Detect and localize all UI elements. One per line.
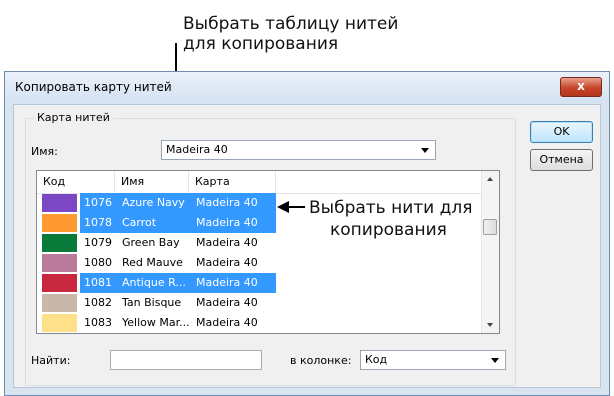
cell-chart: Madeira 40 xyxy=(196,236,258,249)
thread-chart-dropdown[interactable]: Madeira 40 xyxy=(161,140,436,160)
cell-name: Antique R... xyxy=(122,276,186,289)
cell-name: Red Mauve xyxy=(122,256,183,269)
list-row[interactable]: 1081 Antique R... Madeira 40 xyxy=(37,273,483,293)
callout-choose-threads-line2: копирования xyxy=(330,219,447,241)
cell-chart: Madeira 40 xyxy=(196,296,258,309)
arrow-head-left-icon xyxy=(277,201,289,213)
color-swatch xyxy=(42,314,77,332)
scroll-thumb[interactable] xyxy=(483,219,497,235)
cell-code: 1083 xyxy=(84,316,112,329)
color-swatch xyxy=(42,214,77,232)
color-swatch xyxy=(42,274,77,292)
list-header: Код Имя Карта xyxy=(37,171,483,194)
chevron-down-icon xyxy=(421,148,429,153)
callout-choose-chart-line1: Выбрать таблицу нитей xyxy=(183,14,399,34)
cell-name: Azure Navy xyxy=(122,196,185,209)
close-button[interactable]: x xyxy=(560,77,602,97)
cancel-button[interactable]: Отмена xyxy=(530,149,593,171)
cell-chart: Madeira 40 xyxy=(196,316,258,329)
thread-list[interactable]: Код Имя Карта 1076 Azure Navy Madeira 40 10… xyxy=(36,170,500,334)
list-row[interactable]: 1083 Yellow Mar... Madeira 40 xyxy=(37,313,483,333)
title-bar: Копировать карту нитей x xyxy=(5,72,609,102)
ok-button[interactable]: OK xyxy=(530,121,593,143)
callout-choose-threads-line1: Выбрать нити для xyxy=(309,197,473,219)
column-value: Код xyxy=(365,353,388,366)
list-row[interactable]: 1080 Red Mauve Madeira 40 xyxy=(37,253,483,273)
cell-code: 1081 xyxy=(84,276,112,289)
dialog-title: Копировать карту нитей xyxy=(15,80,172,94)
cell-chart: Madeira 40 xyxy=(196,256,258,269)
find-input[interactable] xyxy=(110,350,262,370)
scroll-down-button[interactable] xyxy=(482,316,499,333)
thread-chart-group-label: Карта нитей xyxy=(34,111,113,124)
cell-name: Carrot xyxy=(122,216,157,229)
column-header-code[interactable]: Код xyxy=(37,171,115,193)
cell-chart: Madeira 40 xyxy=(196,276,258,289)
cell-code: 1078 xyxy=(84,216,112,229)
arrow-down-icon xyxy=(487,323,493,327)
scroll-up-button[interactable] xyxy=(482,171,499,188)
arrow-up-icon xyxy=(487,177,493,181)
find-input-value xyxy=(111,353,114,366)
chevron-down-icon xyxy=(491,358,499,363)
vertical-scrollbar[interactable] xyxy=(481,171,499,333)
color-swatch xyxy=(42,254,77,272)
find-label: Найти: xyxy=(31,354,71,367)
cell-code: 1080 xyxy=(84,256,112,269)
color-swatch xyxy=(42,294,77,312)
callout-arrow-left xyxy=(289,206,305,208)
column-header-name[interactable]: Имя xyxy=(115,171,189,193)
in-column-label: в колонке: xyxy=(290,354,352,367)
callout-choose-chart-line2: для копирования xyxy=(183,34,339,54)
cell-code: 1079 xyxy=(84,236,112,249)
cell-code: 1076 xyxy=(84,196,112,209)
cell-chart: Madeira 40 xyxy=(196,196,258,209)
cell-name: Tan Bisque xyxy=(122,296,182,309)
color-swatch xyxy=(42,194,77,212)
cell-name: Green Bay xyxy=(122,236,180,249)
cell-name: Yellow Mar... xyxy=(122,316,190,329)
list-row[interactable]: 1082 Tan Bisque Madeira 40 xyxy=(37,293,483,313)
cell-code: 1082 xyxy=(84,296,112,309)
column-header-chart[interactable]: Карта xyxy=(189,171,276,193)
column-dropdown[interactable]: Код xyxy=(360,350,506,370)
thread-chart-value: Madeira 40 xyxy=(166,143,228,156)
color-swatch xyxy=(42,234,77,252)
cell-chart: Madeira 40 xyxy=(196,216,258,229)
name-label: Имя: xyxy=(31,145,58,158)
